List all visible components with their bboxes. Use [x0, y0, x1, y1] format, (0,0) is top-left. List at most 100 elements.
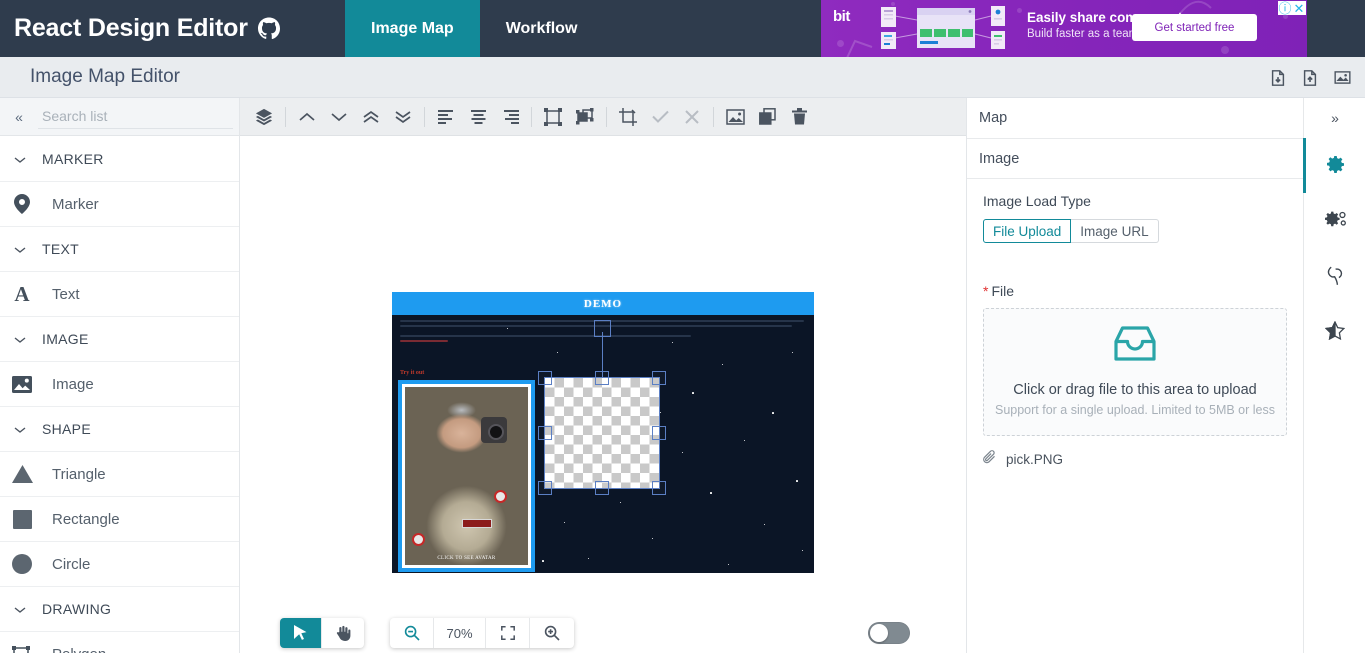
half-star-icon[interactable] [1304, 303, 1365, 358]
chevron-down-icon [14, 421, 26, 437]
sidebar-item-circle[interactable]: Circle [0, 541, 239, 586]
sidebar-item-label: Text [52, 285, 80, 303]
resize-handle-br[interactable] [652, 481, 666, 495]
resize-handle-bl[interactable] [538, 481, 552, 495]
file-dropzone[interactable]: Click or drag file to this area to uploa… [983, 308, 1287, 436]
zoom-out-icon[interactable] [390, 618, 434, 648]
letter-a-icon: A [14, 281, 30, 306]
sidebar-group-shape[interactable]: SHAPE [0, 406, 239, 451]
sidebar-group-text[interactable]: TEXT [0, 226, 239, 271]
sidebar-group-image[interactable]: IMAGE [0, 316, 239, 361]
sidebar-group-marker[interactable]: MARKER [0, 136, 239, 181]
artboard-try-it-text: Try it out [400, 370, 425, 376]
search-input[interactable] [38, 104, 233, 129]
image-load-type-group: File Upload Image URL [983, 219, 1287, 243]
send-backward-icon[interactable] [323, 101, 355, 133]
fit-screen-icon[interactable] [486, 618, 530, 648]
gear-icon[interactable] [1303, 138, 1365, 193]
sub-header: Image Map Editor [0, 57, 1365, 98]
sidebar-group-label: SHAPE [42, 421, 91, 437]
circle-icon [10, 554, 34, 574]
double-chevron-left-icon[interactable]: « [6, 104, 32, 130]
clone-icon[interactable] [751, 101, 783, 133]
polygon-icon [10, 645, 34, 653]
close-icon[interactable]: ✕ [1292, 1, 1306, 15]
resize-handle-tr[interactable] [652, 371, 666, 385]
uploaded-file-row[interactable]: pick.PNG [983, 450, 1287, 468]
artboard-banner: DEMO [392, 292, 814, 315]
resize-handle-ml[interactable] [538, 426, 552, 440]
resize-handle-tl[interactable] [538, 371, 552, 385]
tab-workflow[interactable]: Workflow [480, 0, 604, 57]
ungroup-icon[interactable] [569, 101, 601, 133]
app-root: React Design Editor Image Map Workflow b… [0, 0, 1365, 653]
resize-handle-mr[interactable] [652, 426, 666, 440]
artboard-photo-card[interactable]: CLICK TO SEE AVATAR [398, 380, 535, 572]
ad-controls: ⓘ ✕ [1278, 1, 1306, 15]
radio-image-url[interactable]: Image URL [1071, 219, 1159, 243]
artboard-photo-caption: CLICK TO SEE AVATAR [437, 556, 496, 561]
sidebar-item-triangle[interactable]: Triangle [0, 451, 239, 496]
delete-trash-icon[interactable] [783, 101, 815, 133]
subheader-actions [1267, 57, 1353, 98]
ad-illustration [881, 6, 1005, 49]
bring-to-front-icon[interactable] [355, 101, 387, 133]
zoom-in-icon[interactable] [530, 618, 574, 648]
sidebar-group-label: DRAWING [42, 601, 112, 617]
select-pointer-icon[interactable] [280, 618, 322, 648]
bring-forward-icon[interactable] [291, 101, 323, 133]
vine-icon[interactable] [1304, 248, 1365, 303]
preview-toggle[interactable] [868, 622, 910, 644]
align-center-icon[interactable] [462, 101, 494, 133]
sidebar-item-polygon[interactable]: Polygon [0, 631, 239, 653]
export-image-icon[interactable] [1331, 67, 1353, 89]
tab-image-map[interactable]: Image Map [345, 0, 480, 57]
canvas-stage[interactable]: DEMO Try it out CLICK TO SEE AVATAR [240, 136, 966, 614]
double-chevron-right-icon[interactable]: » [1304, 98, 1365, 138]
inbox-tray-icon [1112, 325, 1158, 368]
resize-handle-bm[interactable] [595, 481, 609, 495]
advertisement-banner[interactable]: bit Easily share components Build faster… [821, 0, 1307, 57]
artboard-photo: CLICK TO SEE AVATAR [405, 387, 528, 565]
zoom-level-value[interactable]: 70% [434, 618, 486, 648]
toolbar-separator [285, 106, 286, 127]
chevron-down-icon [14, 601, 26, 617]
info-icon[interactable]: ⓘ [1278, 1, 1292, 15]
sidebar-item-image[interactable]: Image [0, 361, 239, 406]
gears-settings-icon[interactable] [1304, 193, 1365, 248]
panel-body: Image Load Type File Upload Image URL * F… [967, 179, 1303, 468]
image-load-type-label: Image Load Type [983, 193, 1091, 209]
download-file-icon[interactable] [1267, 67, 1289, 89]
ad-cta-button[interactable]: Get started free [1132, 14, 1257, 41]
mode-toggle-group [280, 618, 364, 648]
sidebar-item-label: Circle [52, 555, 91, 573]
artboard-banner-text: DEMO [583, 297, 623, 310]
triangle-icon [10, 465, 34, 483]
crop-icon[interactable] [612, 101, 644, 133]
image-icon[interactable] [719, 101, 751, 133]
github-icon[interactable] [257, 17, 281, 41]
selected-image-object[interactable] [544, 377, 660, 489]
sidebar-item-text[interactable]: A Text [0, 271, 239, 316]
radio-file-upload[interactable]: File Upload [983, 219, 1072, 243]
cancel-x-icon [676, 101, 708, 133]
upload-file-icon[interactable] [1299, 67, 1321, 89]
rotation-handle[interactable] [594, 320, 611, 337]
pan-hand-icon[interactable] [322, 618, 364, 648]
artboard[interactable]: DEMO Try it out CLICK TO SEE AVATAR [392, 292, 814, 573]
group-icon[interactable] [537, 101, 569, 133]
paperclip-icon [983, 450, 997, 468]
toggle-knob [870, 624, 888, 642]
sidebar-item-marker[interactable]: Marker [0, 181, 239, 226]
chevron-down-icon [14, 151, 26, 167]
send-to-back-icon[interactable] [387, 101, 419, 133]
layers-icon[interactable] [248, 101, 280, 133]
sidebar-item-rectangle[interactable]: Rectangle [0, 496, 239, 541]
align-right-icon[interactable] [494, 101, 526, 133]
sidebar-group-drawing[interactable]: DRAWING [0, 586, 239, 631]
nav-tabs: Image Map Workflow [345, 0, 603, 57]
sidebar-item-label: Rectangle [52, 510, 120, 528]
resize-handle-tm[interactable] [595, 371, 609, 385]
left-sidebar: « MARKER Marker TEXT A Text [0, 98, 240, 653]
align-left-icon[interactable] [430, 101, 462, 133]
